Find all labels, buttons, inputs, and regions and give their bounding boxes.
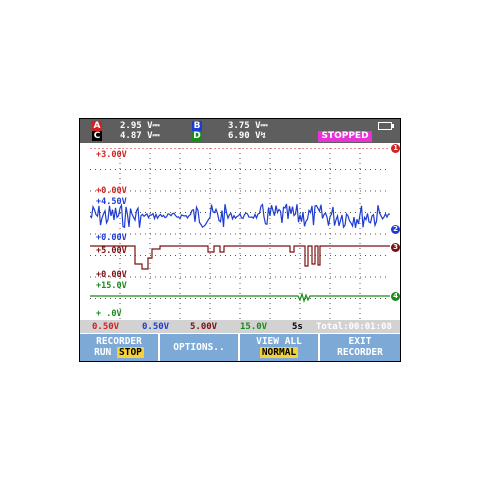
scale-bar: 0.50V 0.50V 5.00V 15.0V 5s Total:00:01:0… <box>80 320 400 333</box>
softkey-bar: RECORDER RUN STOP OPTIONS.. VIEW ALL NOR… <box>80 334 400 361</box>
softkey-1-line1: RECORDER <box>96 336 142 347</box>
trace3-top-label: +5.00V <box>96 246 127 256</box>
softkey-4-line1: EXIT <box>348 336 372 347</box>
ch3-scale: 5.00V <box>190 322 218 332</box>
trace3-bottom-label: +0.00V <box>96 270 127 280</box>
channel-c-tag: C <box>92 131 102 141</box>
battery-icon <box>378 122 394 130</box>
softkey-4-line2: RECORDER <box>337 347 383 358</box>
channel-d-reading: 6.90 V↯ <box>228 131 266 141</box>
softkey-3-normal: NORMAL <box>259 347 299 358</box>
options-button[interactable]: OPTIONS.. <box>160 334 238 361</box>
trace2-bottom-label: +0.00V <box>96 233 127 243</box>
plot-area <box>90 148 390 320</box>
time-base: 5s <box>292 322 303 332</box>
channel-b-tag: B <box>192 121 202 131</box>
view-all-button[interactable]: VIEW ALL NORMAL <box>240 334 318 361</box>
recorder-run-stop-button[interactable]: RECORDER RUN STOP <box>80 334 158 361</box>
trace3-waveform <box>90 245 390 270</box>
softkey-1-stop: STOP <box>117 347 144 358</box>
channel-a-reading: 2.95 V⎓ <box>120 121 160 131</box>
readout-header: A 2.95 V⎓ C 4.87 V⎓ B 3.75 V⎓ D 6.90 V↯ … <box>80 119 400 143</box>
trace2-marker: 2 <box>391 225 400 234</box>
softkey-1-run: RUN <box>94 347 112 358</box>
grid <box>90 148 390 320</box>
channel-c-reading: 4.87 V⎓ <box>120 131 160 141</box>
trace4-marker: 4 <box>391 292 400 301</box>
trace4-top-label: +15.0V <box>96 281 127 291</box>
exit-recorder-button[interactable]: EXIT RECORDER <box>320 334 400 361</box>
trace2-top-label: +4.50V <box>96 197 127 207</box>
trace4-bottom-label: + .0V <box>96 309 122 319</box>
channel-b-reading: 3.75 V⎓ <box>228 121 268 131</box>
ch4-scale: 15.0V <box>240 322 268 332</box>
trace1-marker: 1 <box>391 144 400 153</box>
softkey-3-line1: VIEW ALL <box>256 336 302 347</box>
trace2-waveform <box>90 202 390 229</box>
ch1-scale: 0.50V <box>92 322 120 332</box>
trace4-waveform <box>90 291 390 304</box>
trace1-top-label: +3.00V <box>96 150 127 160</box>
total-time: Total:00:01:08 <box>316 322 392 332</box>
trace1-bottom-label: +0.00V <box>96 186 127 196</box>
trace3-marker: 3 <box>391 243 400 252</box>
scope-display: A 2.95 V⎓ C 4.87 V⎓ B 3.75 V⎓ D 6.90 V↯ … <box>79 118 401 362</box>
channel-d-tag: D <box>192 131 202 141</box>
channel-a-tag: A <box>92 121 102 131</box>
status-badge: STOPPED <box>318 131 372 142</box>
ch2-scale: 0.50V <box>142 322 170 332</box>
